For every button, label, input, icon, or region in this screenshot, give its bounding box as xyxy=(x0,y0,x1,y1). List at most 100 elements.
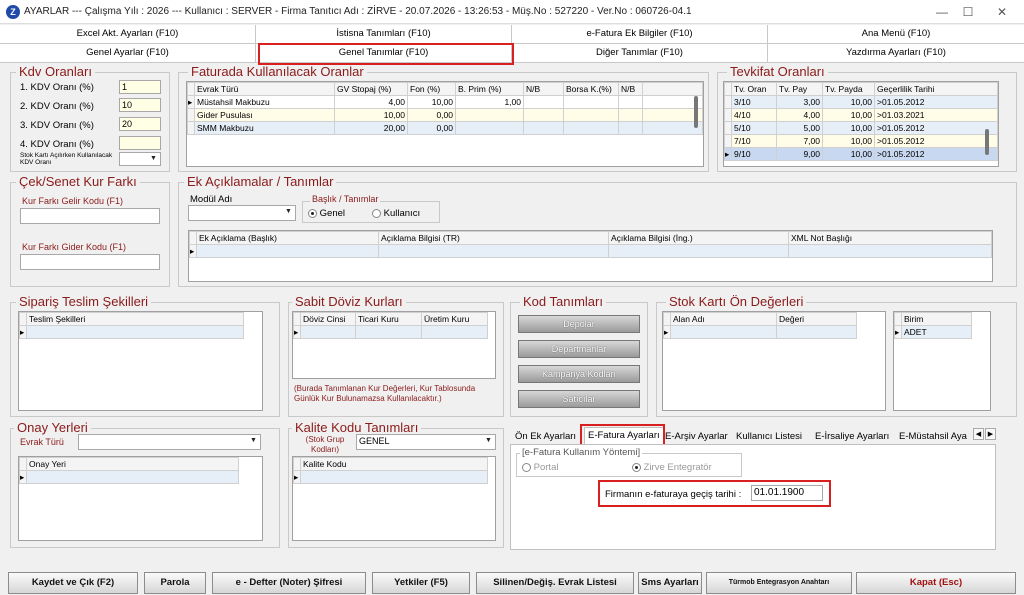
radio-kullanici[interactable]: Kullanıcı xyxy=(372,208,420,219)
cell[interactable] xyxy=(618,95,643,109)
table-row[interactable]: 5/10 5,00 10,00 >01.05.2012 xyxy=(724,121,998,135)
cell[interactable]: 10,00 xyxy=(822,134,875,148)
table-row[interactable]: ▸ xyxy=(189,244,992,258)
tab-yazdirma[interactable]: Yazdırma Ayarları (F10) xyxy=(768,44,1024,63)
stok-kdv-combo[interactable]: ▼ xyxy=(119,152,161,166)
table-row[interactable]: ▸ xyxy=(19,325,244,339)
cell[interactable]: >01.03.2021 xyxy=(874,108,998,122)
table-row[interactable]: ▸ Müstahsil Makbuzu 4,00 10,00 1,00 xyxy=(187,95,703,109)
ek-grid[interactable]: Ek Açıklama (Başlık) Açıklama Bilgisi (TR… xyxy=(188,230,993,282)
kur-gider-input[interactable] xyxy=(20,254,160,270)
cell[interactable]: 1,00 xyxy=(455,95,524,109)
saticilar-button[interactable]: Satıcılar xyxy=(518,390,640,408)
table-row[interactable]: ▸ xyxy=(19,470,239,484)
siparis-grid[interactable]: Teslim Şekilleri ▸ xyxy=(18,311,263,411)
chevron-left-icon[interactable]: ◀ xyxy=(973,428,984,440)
kampanya-kodlari-button[interactable]: Kampanya Kodları xyxy=(518,365,640,383)
gecis-tarihi-input[interactable]: 01.01.1900 xyxy=(751,485,823,501)
onay-grid[interactable]: Onay Yeri ▸ xyxy=(18,456,263,541)
cell[interactable] xyxy=(563,95,619,109)
kdv1-input[interactable]: 1 xyxy=(119,80,161,94)
table-row[interactable]: 4/10 4,00 10,00 >01.03.2021 xyxy=(724,108,998,122)
radio-portal[interactable]: Portal xyxy=(522,462,558,473)
tab-efatura-ek[interactable]: e-Fatura Ek Bilgiler (F10) xyxy=(512,25,768,44)
cell[interactable]: 3/10 xyxy=(731,95,777,109)
cell[interactable]: ADET xyxy=(901,325,972,339)
cell[interactable] xyxy=(563,108,619,122)
silinen-evrak-button[interactable]: Silinen/Değiş. Evrak Listesi xyxy=(476,572,634,594)
cell[interactable]: 5,00 xyxy=(776,121,823,135)
cell[interactable] xyxy=(523,95,564,109)
depolar-button[interactable]: Depolar xyxy=(518,315,640,333)
turmob-button[interactable]: Türmob Entegrasyon Anahtarı xyxy=(706,572,852,594)
fatura-grid[interactable]: Evrak Türü GV Stopaj (%) Fon (%) B. Prim (%… xyxy=(186,81,704,167)
tab-excel-aktarim[interactable]: Excel Akt. Ayarları (F10) xyxy=(0,25,256,44)
scrollbar-thumb[interactable] xyxy=(694,96,698,128)
tab-ana-menu[interactable]: Ana Menü (F10) xyxy=(768,25,1024,44)
subtab-on-ek[interactable]: Ön Ek Ayarları xyxy=(515,431,576,442)
chevron-right-icon[interactable]: ▶ xyxy=(985,428,996,440)
table-row[interactable]: ▸ xyxy=(663,325,857,339)
cell[interactable]: SMM Makbuzu xyxy=(194,121,335,135)
table-row[interactable]: 7/10 7,00 10,00 >01.05.2012 xyxy=(724,134,998,148)
cell[interactable]: 3,00 xyxy=(776,95,823,109)
cell[interactable]: >01.05.2012 xyxy=(874,121,998,135)
sms-ayarlari-button[interactable]: Sms Ayarları xyxy=(638,572,702,594)
cell[interactable] xyxy=(455,121,524,135)
cell[interactable]: 10,00 xyxy=(822,108,875,122)
cell[interactable]: 4/10 xyxy=(731,108,777,122)
table-row[interactable]: Gider Pusulası 10,00 0,00 xyxy=(187,108,703,122)
yetkiler-button[interactable]: Yetkiler (F5) xyxy=(372,572,470,594)
scrollbar-thumb[interactable] xyxy=(985,129,989,155)
kur-gelir-input[interactable] xyxy=(20,208,160,224)
tevkifat-grid[interactable]: Tv. Oran Tv. Pay Tv. Payda Geçerlilik Tarih… xyxy=(723,81,999,167)
table-row[interactable]: ▸ xyxy=(293,470,488,484)
cell[interactable]: >01.05.2012 xyxy=(874,147,998,161)
birim-grid[interactable]: Birim ▸ ADET xyxy=(893,311,991,411)
tab-istisna[interactable]: İstisna Tanımları (F10) xyxy=(256,25,512,44)
cell[interactable]: 9,00 xyxy=(776,147,823,161)
cell[interactable]: 7,00 xyxy=(776,134,823,148)
cell[interactable] xyxy=(523,108,564,122)
table-row[interactable]: ▸ ADET xyxy=(894,325,972,339)
table-row[interactable]: 3/10 3,00 10,00 >01.05.2012 xyxy=(724,95,998,109)
table-row[interactable]: ▸ 9/10 9,00 10,00 >01.05.2012 xyxy=(724,147,998,161)
cell[interactable]: >01.05.2012 xyxy=(874,134,998,148)
stok-grid[interactable]: Alan Adı Değeri ▸ xyxy=(662,311,886,411)
cell[interactable]: Gider Pusulası xyxy=(194,108,335,122)
kdv4-input[interactable] xyxy=(119,136,161,150)
stok-grup-combo[interactable]: GENEL ▼ xyxy=(356,434,496,450)
evrak-turu-combo[interactable]: ▼ xyxy=(78,434,261,450)
modul-combo[interactable]: ▼ xyxy=(188,205,296,221)
cell[interactable] xyxy=(618,108,643,122)
doviz-grid[interactable]: Döviz Cinsi Ticari Kuru Üretim Kuru ▸ xyxy=(292,311,496,379)
cell[interactable]: 10,00 xyxy=(822,95,875,109)
cell[interactable]: 0,00 xyxy=(407,108,456,122)
cell[interactable]: 10,00 xyxy=(822,147,875,161)
cell[interactable] xyxy=(523,121,564,135)
subtab-kullanici-listesi[interactable]: Kullanıcı Listesi xyxy=(736,431,802,442)
table-row[interactable]: SMM Makbuzu 20,00 0,00 xyxy=(187,121,703,135)
cell[interactable] xyxy=(563,121,619,135)
departmanlar-button[interactable]: Departmanlar xyxy=(518,340,640,358)
kapat-button[interactable]: Kapat (Esc) xyxy=(856,572,1016,594)
kalite-grid[interactable]: Kalite Kodu ▸ xyxy=(292,456,496,541)
tab-genel-ayarlar[interactable]: Genel Ayarlar (F10) xyxy=(0,44,256,63)
cell[interactable]: 4,00 xyxy=(334,95,408,109)
cell[interactable] xyxy=(618,121,643,135)
cell[interactable]: 0,00 xyxy=(407,121,456,135)
table-row[interactable]: ▸ xyxy=(293,325,488,339)
kaydet-cik-button[interactable]: Kaydet ve Çık (F2) xyxy=(8,572,138,594)
cell[interactable]: 10,00 xyxy=(407,95,456,109)
cell[interactable] xyxy=(455,108,524,122)
cell[interactable]: 9/10 xyxy=(731,147,777,161)
cell[interactable]: 7/10 xyxy=(731,134,777,148)
close-window-button[interactable]: ✕ xyxy=(980,0,1024,24)
subtab-earsiv[interactable]: E-Arşiv Ayarlar xyxy=(665,431,728,442)
cell[interactable]: 10,00 xyxy=(334,108,408,122)
kdv2-input[interactable]: 10 xyxy=(119,98,161,112)
cell[interactable]: 4,00 xyxy=(776,108,823,122)
cell[interactable]: 5/10 xyxy=(731,121,777,135)
cell[interactable]: 10,00 xyxy=(822,121,875,135)
subtab-emustahsil[interactable]: E-Müstahsil Aya xyxy=(899,431,971,442)
